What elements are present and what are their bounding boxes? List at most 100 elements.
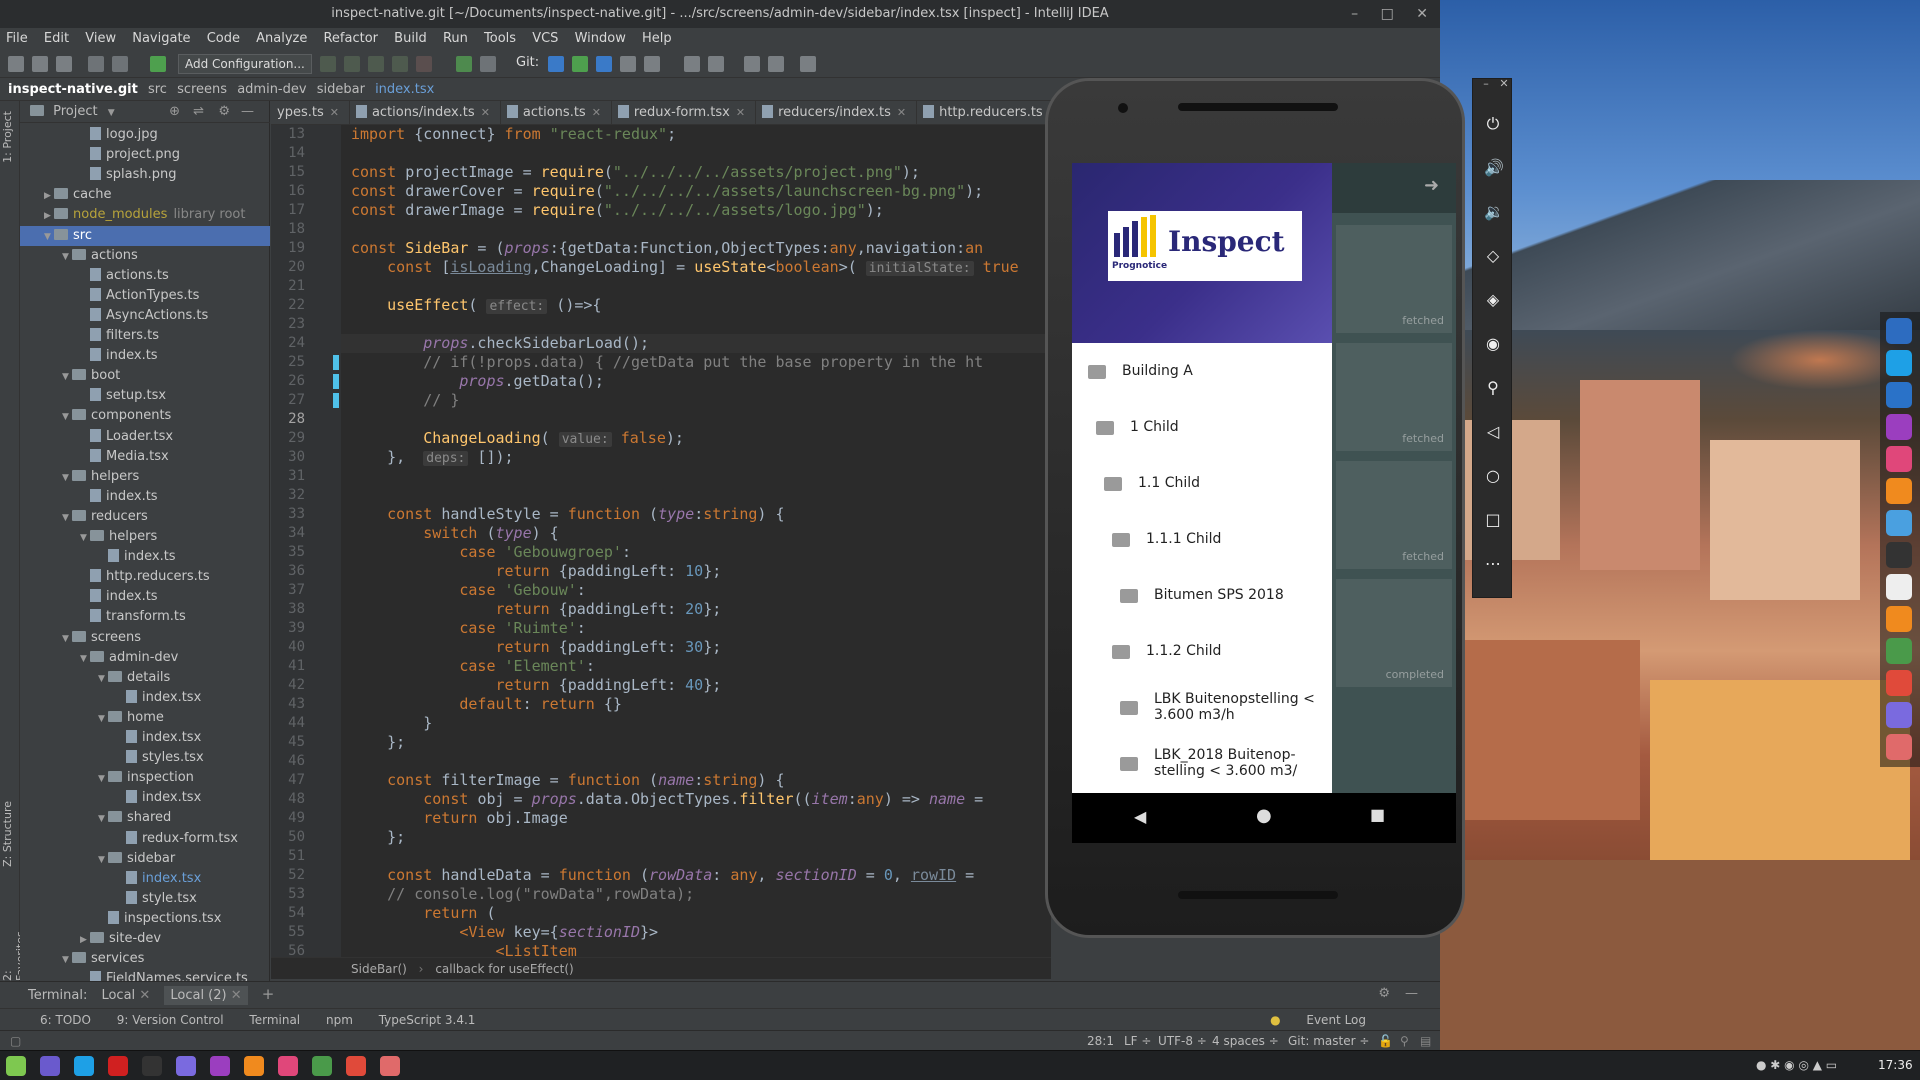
vscode-icon[interactable] (1886, 382, 1912, 408)
skype-taskbar-icon[interactable] (74, 1056, 94, 1076)
gear-icon[interactable]: ⚙ (1378, 982, 1390, 1006)
tree-file[interactable]: index.ts (20, 587, 270, 607)
tree-file[interactable]: logo.jpg (20, 125, 270, 145)
breadcrumb-screens[interactable]: screens (177, 82, 227, 97)
inspector-icon[interactable]: ⚲ (1400, 1031, 1409, 1051)
todo-tool-button[interactable]: 6: TODO (40, 1013, 91, 1027)
caret-position[interactable]: 28:1 (1087, 1031, 1114, 1051)
drawer-item[interactable]: 1.1.2 Child (1146, 643, 1322, 659)
tree-folder[interactable]: ▶ cache (20, 185, 270, 205)
profile-icon[interactable] (392, 56, 408, 72)
tree-file[interactable]: styles.tsx (20, 748, 270, 768)
anchor-app-icon[interactable] (1886, 318, 1912, 344)
editor-tab[interactable]: actions.ts ✕ (501, 101, 612, 124)
overview-icon[interactable]: □ (1484, 511, 1502, 529)
skype-icon[interactable] (1886, 350, 1912, 376)
git-push-icon[interactable] (596, 56, 612, 72)
tree-file[interactable]: transform.ts (20, 607, 270, 627)
browser-icon[interactable] (1886, 510, 1912, 536)
minimize-button[interactable]: – (1351, 6, 1358, 22)
build-hammer-icon[interactable] (150, 56, 166, 72)
tree-folder[interactable]: ▼ shared (20, 808, 270, 828)
tree-file[interactable]: Loader.tsx (20, 427, 270, 447)
project-panel-title[interactable]: Project (53, 104, 97, 119)
code-editor[interactable]: import {connect} from "react-redux"; con… (341, 125, 1051, 957)
recents-nav-icon[interactable]: ■ (1370, 805, 1385, 824)
tree-folder[interactable]: ▼ admin-dev (20, 648, 270, 668)
terminal-tab-local-2[interactable]: Local (2) ✕ (164, 986, 248, 1005)
menu-analyze[interactable]: Analyze (256, 31, 307, 46)
git-branch[interactable]: Git: master ÷ (1288, 1031, 1369, 1051)
tree-folder[interactable]: ▶ node_modules library root (20, 205, 270, 225)
chrome-taskbar-icon[interactable] (346, 1056, 366, 1076)
tree-file[interactable]: redux-form.tsx (20, 829, 270, 849)
menu-run[interactable]: Run (443, 31, 468, 46)
tree-folder[interactable]: ▼ screens (20, 628, 270, 648)
menu-vcs[interactable]: VCS (532, 31, 558, 46)
firefox-taskbar-icon[interactable] (244, 1056, 264, 1076)
media-player-icon[interactable] (1886, 478, 1912, 504)
files-taskbar-icon[interactable] (40, 1056, 60, 1076)
git-commit-icon[interactable] (572, 56, 588, 72)
drawer-item[interactable]: Building A (1122, 363, 1322, 379)
tree-folder[interactable]: ▼ helpers (20, 467, 270, 487)
opera-taskbar-icon[interactable] (108, 1056, 128, 1076)
menu-navigate[interactable]: Navigate (132, 31, 190, 46)
open-folder-icon[interactable] (8, 56, 24, 72)
tree-folder[interactable]: ▼ sidebar (20, 849, 270, 869)
phpstorm-taskbar-icon[interactable] (210, 1056, 230, 1076)
tree-file[interactable]: index.ts (20, 346, 270, 366)
breadcrumb-project[interactable]: inspect-native.git (8, 82, 138, 97)
firefox-icon[interactable] (1886, 606, 1912, 632)
terminal-icon[interactable] (744, 56, 760, 72)
coverage-icon[interactable] (368, 56, 384, 72)
status-toggle-icon[interactable]: ▢ (10, 1031, 21, 1051)
status-card[interactable]: fetched (1336, 343, 1452, 451)
back-icon[interactable]: ◁ (1484, 423, 1502, 441)
stop-icon[interactable] (416, 56, 432, 72)
breadcrumb-admin-dev[interactable]: admin-dev (237, 82, 306, 97)
hide-icon[interactable]: — (1405, 982, 1418, 1006)
menu-window[interactable]: Window (575, 31, 626, 46)
volume-down-icon[interactable]: 🔉 (1484, 203, 1504, 221)
tree-file[interactable]: filters.ts (20, 326, 270, 346)
terminal-tool-button[interactable]: Terminal (249, 1013, 300, 1027)
locate-icon[interactable]: ⊕ (169, 101, 180, 123)
chevron-down-icon[interactable]: ▼ (98, 769, 108, 789)
rotate-left-icon[interactable]: ◇ (1484, 247, 1502, 265)
files-icon[interactable] (1886, 638, 1912, 664)
power-icon[interactable]: ⏻ (1484, 115, 1502, 133)
chevron-down-icon[interactable]: ▼ (62, 508, 72, 528)
chevron-down-icon[interactable]: ▼ (62, 950, 72, 970)
drawer-item[interactable]: LBK_2018 Buitenop-stelling < 3.600 m3/ (1154, 747, 1322, 779)
presentation-icon[interactable] (800, 56, 816, 72)
menu-edit[interactable]: Edit (44, 31, 69, 46)
tree-file[interactable]: project.png (20, 145, 270, 165)
settings-wrench-icon[interactable] (684, 56, 700, 72)
tree-folder[interactable]: ▼ helpers (20, 527, 270, 547)
back-arrow-icon[interactable] (88, 56, 104, 72)
file-encoding[interactable]: UTF-8 ÷ (1158, 1031, 1207, 1051)
change-marker[interactable] (333, 374, 339, 389)
indent-setting[interactable]: 4 spaces ÷ (1212, 1031, 1279, 1051)
tree-file[interactable]: ActionTypes.ts (20, 286, 270, 306)
menu-help[interactable]: Help (642, 31, 672, 46)
sync-icon[interactable] (56, 56, 72, 72)
status-card[interactable]: fetched (1336, 225, 1452, 333)
history-icon[interactable] (620, 56, 636, 72)
drawer-item[interactable]: 1.1 Child (1138, 475, 1322, 491)
camera-icon[interactable]: ◉ (1484, 335, 1502, 353)
lock-icon[interactable]: 🔓 (1378, 1031, 1393, 1051)
version-control-tool-button[interactable]: 9: Version Control (117, 1013, 224, 1027)
chevron-down-icon[interactable]: ▼ (62, 407, 72, 427)
back-nav-icon[interactable]: ◀ (1134, 807, 1146, 826)
rollback-icon[interactable] (644, 56, 660, 72)
typescript-tool-button[interactable]: TypeScript 3.4.1 (379, 1013, 476, 1027)
chevron-right-icon[interactable]: ▶ (44, 186, 54, 206)
home-icon[interactable]: ○ (1484, 467, 1502, 485)
chevron-down-icon[interactable]: ▼ (98, 709, 108, 729)
emulator-taskbar-icon[interactable] (312, 1056, 332, 1076)
editor-tab[interactable]: redux-form.tsx ✕ (612, 101, 757, 124)
zoom-icon[interactable]: ⚲ (1484, 379, 1502, 397)
home-nav-icon[interactable]: ● (1256, 805, 1272, 826)
